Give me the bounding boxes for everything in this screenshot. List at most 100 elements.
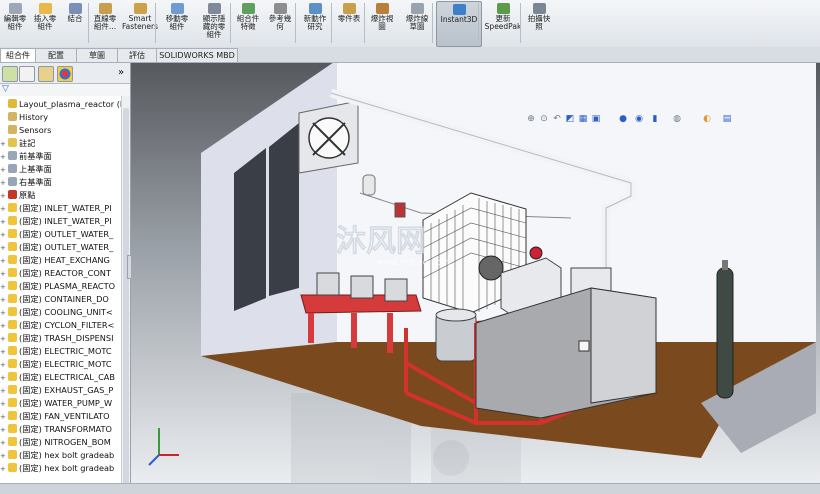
display-style-icon[interactable]: ●: [618, 114, 628, 124]
speedpak-button[interactable]: 更新 SpeedPak: [484, 1, 522, 45]
insert-component-button[interactable]: 插入零 組件: [30, 1, 60, 45]
expand-toggle-icon[interactable]: +: [0, 294, 8, 306]
mate-button[interactable]: 結合: [62, 1, 88, 45]
expand-toggle-icon[interactable]: +: [0, 398, 8, 410]
part-icon: [8, 450, 17, 459]
expand-toggle-icon[interactable]: +: [0, 385, 8, 397]
show-hidden-button[interactable]: 顯示隱 藏的零 組件: [196, 1, 232, 45]
tree-item[interactable]: History: [0, 111, 48, 123]
property-manager-tab-icon[interactable]: [19, 66, 35, 82]
previous-view-icon[interactable]: ↶: [552, 114, 562, 124]
exploded-view-button[interactable]: 爆炸視 圖: [366, 1, 398, 45]
linear-pattern-button[interactable]: 直線零 組件...: [90, 1, 120, 45]
appearance-icon[interactable]: ◐: [702, 114, 712, 124]
tree-item[interactable]: + (固定) TRANSFORMATO: [0, 423, 112, 435]
tree-item[interactable]: + 原點: [0, 189, 35, 201]
tree-item[interactable]: + (固定) NITROGEN_BOM: [0, 436, 111, 448]
expand-toggle-icon[interactable]: +: [0, 164, 8, 176]
tree-item[interactable]: + (固定) ELECTRIC_MOTC: [0, 345, 112, 357]
dynamic-annotation-icon[interactable]: ▦: [578, 114, 588, 124]
tree-item[interactable]: + (固定) INLET_WATER_PI: [0, 202, 112, 214]
tree-item[interactable]: + (固定) CONTAINER_DO: [0, 293, 109, 305]
expand-toggle-icon[interactable]: +: [0, 216, 8, 228]
edit-component-button[interactable]: 編輯零 組件: [0, 1, 30, 45]
tree-item[interactable]: + (固定) ELECTRIC_MOTC: [0, 358, 112, 370]
tab-sketch[interactable]: 草圖: [76, 48, 118, 62]
tree-scrollbar[interactable]: [121, 96, 130, 493]
tree-item[interactable]: + (固定) REACTOR_CONT: [0, 267, 111, 279]
zoom-to-fit-icon[interactable]: ⊕: [526, 114, 536, 124]
tree-item[interactable]: + 右基準面: [0, 176, 52, 188]
tree-item[interactable]: + (固定) ELECTRICAL_CAB: [0, 371, 115, 383]
expand-toggle-icon[interactable]: +: [0, 333, 8, 345]
instant3d-button[interactable]: Instant3D: [436, 1, 482, 47]
tab-assembly[interactable]: 組合件: [0, 48, 36, 62]
origin-icon: [8, 190, 17, 199]
tree-item[interactable]: + 前基準面: [0, 150, 52, 162]
tree-item[interactable]: + (固定) CYCLON_FILTER<: [0, 319, 114, 331]
tree-item[interactable]: + (固定) hex bolt gradeab: [0, 449, 114, 461]
expand-toggle-icon[interactable]: +: [0, 437, 8, 449]
expand-toggle-icon[interactable]: +: [0, 463, 8, 475]
expand-toggle-icon[interactable]: +: [0, 424, 8, 436]
expand-toggle-icon[interactable]: +: [0, 203, 8, 215]
bom-button[interactable]: 零件表: [334, 1, 364, 45]
tree-item[interactable]: + (固定) EXHAUST_GAS_P: [0, 384, 113, 396]
expand-toggle-icon[interactable]: +: [0, 229, 8, 241]
tree-filter[interactable]: ▽: [0, 84, 130, 96]
snapshot-button[interactable]: 拍攝快 照: [524, 1, 554, 45]
expand-toggle-icon[interactable]: +: [0, 190, 8, 202]
tree-item[interactable]: + (固定) OUTLET_WATER_: [0, 241, 113, 253]
expand-toggle-icon[interactable]: +: [0, 411, 8, 423]
expand-toggle-icon[interactable]: +: [0, 281, 8, 293]
display-manager-tab-icon[interactable]: [57, 66, 73, 82]
subassembly-icon: [8, 346, 17, 355]
tree-item[interactable]: + (固定) TRASH_DISPENSI: [0, 332, 114, 344]
expand-chevron-icon[interactable]: »: [118, 67, 124, 78]
tree-item[interactable]: + (固定) COOLING_UNIT<: [0, 306, 113, 318]
reference-geometry-button[interactable]: 參考幾 何: [264, 1, 296, 45]
tree-item[interactable]: + (固定) WATER_PUMP_W: [0, 397, 112, 409]
tree-item[interactable]: + (固定) hex bolt gradeab: [0, 462, 114, 474]
smart-fasteners-button[interactable]: Smart Fasteners: [122, 1, 158, 45]
tree-item[interactable]: + 註記: [0, 137, 35, 149]
view-orientation-icon[interactable]: ▣: [591, 114, 601, 124]
tree-item[interactable]: + (固定) FAN_VENTILATO: [0, 410, 110, 422]
tree-item[interactable]: + (固定) OUTLET_WATER_: [0, 228, 113, 240]
edit-appearance-icon[interactable]: ▮: [650, 114, 660, 124]
tree-root-assembly[interactable]: Layout_plasma_reactor (De: [0, 98, 121, 110]
tree-item[interactable]: Sensors: [0, 124, 51, 136]
expand-toggle-icon[interactable]: +: [0, 242, 8, 254]
expand-toggle-icon[interactable]: +: [0, 346, 8, 358]
explode-line-button[interactable]: 爆炸線 草圖: [400, 1, 434, 45]
tab-mbd[interactable]: SOLIDWORKS MBD: [156, 48, 238, 62]
tree-item[interactable]: + (固定) INLET_WATER_PI: [0, 215, 112, 227]
tree-item[interactable]: + 上基準面: [0, 163, 52, 175]
feature-tree-tab-icon[interactable]: [2, 66, 18, 82]
hide-show-items-icon[interactable]: ◉: [634, 114, 644, 124]
graphics-viewport[interactable]: 沐风网 www.mfcad.com ⊕ ⊙ ↶ ◩ ▦ ▣ ● ◉ ▮ ◍ ◐ …: [131, 63, 820, 493]
expand-toggle-icon[interactable]: +: [0, 255, 8, 267]
tree-item[interactable]: + (固定) HEAT_EXCHANG: [0, 254, 110, 266]
assembly-features-button[interactable]: 組合件 特徵: [234, 1, 262, 45]
expand-toggle-icon[interactable]: +: [0, 138, 8, 150]
expand-toggle-icon[interactable]: +: [0, 177, 8, 189]
expand-toggle-icon[interactable]: +: [0, 268, 8, 280]
snapshot-icon: [532, 3, 546, 14]
configuration-manager-tab-icon[interactable]: [38, 66, 54, 82]
expand-toggle-icon[interactable]: +: [0, 307, 8, 319]
view-settings-icon[interactable]: ▤: [722, 114, 732, 124]
expand-toggle-icon[interactable]: +: [0, 359, 8, 371]
expand-toggle-icon[interactable]: +: [0, 372, 8, 384]
section-view-icon[interactable]: ◩: [565, 114, 575, 124]
apply-scene-icon[interactable]: ◍: [672, 114, 682, 124]
tab-layout[interactable]: 配置: [35, 48, 77, 62]
expand-toggle-icon[interactable]: +: [0, 151, 8, 163]
move-component-button[interactable]: 移動零 組件: [160, 1, 194, 45]
tab-evaluate[interactable]: 評估: [117, 48, 157, 62]
zoom-area-icon[interactable]: ⊙: [539, 114, 549, 124]
motion-study-button[interactable]: 新動作 研究: [298, 1, 332, 45]
tree-item[interactable]: + (固定) PLASMA_REACTO: [0, 280, 115, 292]
expand-toggle-icon[interactable]: +: [0, 450, 8, 462]
expand-toggle-icon[interactable]: +: [0, 320, 8, 332]
